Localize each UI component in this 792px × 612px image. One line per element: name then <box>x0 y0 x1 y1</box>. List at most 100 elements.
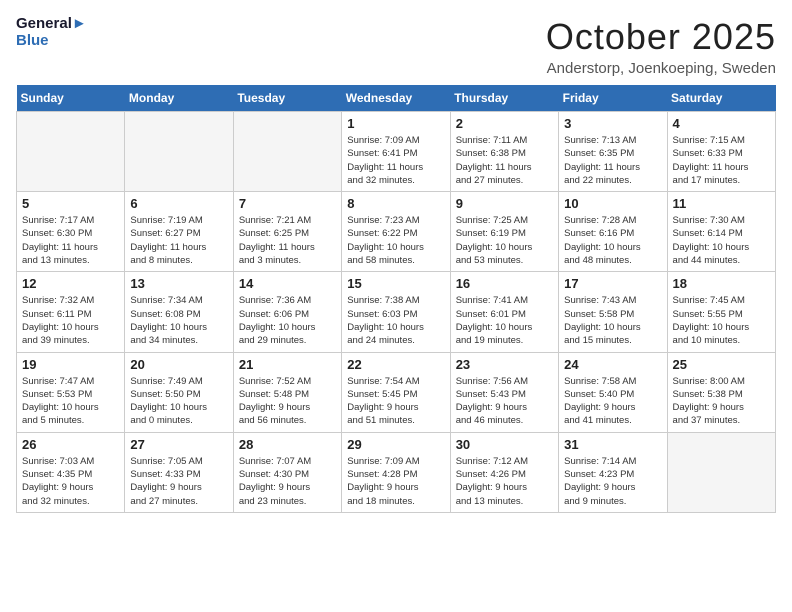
day-info: Sunrise: 7:21 AM Sunset: 6:25 PM Dayligh… <box>239 214 336 267</box>
day-number: 22 <box>347 357 444 372</box>
day-number: 8 <box>347 196 444 211</box>
calendar-cell: 29 Sunrise: 7:09 AM Sunset: 4:28 PM Dayli… <box>342 432 450 512</box>
day-info: Sunrise: 7:09 AM Sunset: 6:41 PM Dayligh… <box>347 134 444 187</box>
day-info: Sunrise: 7:07 AM Sunset: 4:30 PM Dayligh… <box>239 455 336 508</box>
location-subtitle: Anderstorp, Joenkoeping, Sweden <box>546 60 776 77</box>
calendar-cell: 11 Sunrise: 7:30 AM Sunset: 6:14 PM Dayli… <box>667 192 775 272</box>
calendar-cell: 16 Sunrise: 7:41 AM Sunset: 6:01 PM Dayli… <box>450 272 558 352</box>
calendar-cell: 3 Sunrise: 7:13 AM Sunset: 6:35 PM Daylig… <box>559 112 667 192</box>
day-info: Sunrise: 7:58 AM Sunset: 5:40 PM Dayligh… <box>564 375 661 428</box>
day-info: Sunrise: 7:30 AM Sunset: 6:14 PM Dayligh… <box>673 214 770 267</box>
calendar-day-header: Sunday <box>17 85 125 112</box>
day-number: 9 <box>456 196 553 211</box>
day-number: 4 <box>673 116 770 131</box>
day-number: 14 <box>239 276 336 291</box>
day-info: Sunrise: 7:12 AM Sunset: 4:26 PM Dayligh… <box>456 455 553 508</box>
calendar-header-row: SundayMondayTuesdayWednesdayThursdayFrid… <box>17 85 776 112</box>
calendar-cell <box>233 112 341 192</box>
day-number: 21 <box>239 357 336 372</box>
day-info: Sunrise: 7:14 AM Sunset: 4:23 PM Dayligh… <box>564 455 661 508</box>
calendar-cell: 15 Sunrise: 7:38 AM Sunset: 6:03 PM Dayli… <box>342 272 450 352</box>
day-info: Sunrise: 7:19 AM Sunset: 6:27 PM Dayligh… <box>130 214 227 267</box>
day-number: 10 <box>564 196 661 211</box>
calendar-cell: 4 Sunrise: 7:15 AM Sunset: 6:33 PM Daylig… <box>667 112 775 192</box>
day-number: 18 <box>673 276 770 291</box>
calendar-cell: 13 Sunrise: 7:34 AM Sunset: 6:08 PM Dayli… <box>125 272 233 352</box>
calendar-cell: 8 Sunrise: 7:23 AM Sunset: 6:22 PM Daylig… <box>342 192 450 272</box>
day-info: Sunrise: 7:03 AM Sunset: 4:35 PM Dayligh… <box>22 455 119 508</box>
day-number: 5 <box>22 196 119 211</box>
calendar-day-header: Tuesday <box>233 85 341 112</box>
day-info: Sunrise: 7:38 AM Sunset: 6:03 PM Dayligh… <box>347 294 444 347</box>
logo: General► Blue <box>16 16 87 49</box>
day-info: Sunrise: 7:43 AM Sunset: 5:58 PM Dayligh… <box>564 294 661 347</box>
calendar-cell: 28 Sunrise: 7:07 AM Sunset: 4:30 PM Dayli… <box>233 432 341 512</box>
calendar-cell: 18Sunrise: 7:45 AM Sunset: 5:55 PM Dayli… <box>667 272 775 352</box>
day-info: Sunrise: 7:41 AM Sunset: 6:01 PM Dayligh… <box>456 294 553 347</box>
calendar-cell <box>17 112 125 192</box>
month-title: October 2025 <box>546 16 776 58</box>
calendar-week-row: 1Sunrise: 7:09 AM Sunset: 6:41 PM Daylig… <box>17 112 776 192</box>
day-number: 30 <box>456 437 553 452</box>
day-info: Sunrise: 7:13 AM Sunset: 6:35 PM Dayligh… <box>564 134 661 187</box>
day-number: 27 <box>130 437 227 452</box>
calendar-cell: 12Sunrise: 7:32 AM Sunset: 6:11 PM Dayli… <box>17 272 125 352</box>
calendar-cell: 21 Sunrise: 7:52 AM Sunset: 5:48 PM Dayli… <box>233 352 341 432</box>
calendar-week-row: 19 Sunrise: 7:47 AM Sunset: 5:53 PM Dayli… <box>17 352 776 432</box>
day-info: Sunrise: 7:47 AM Sunset: 5:53 PM Dayligh… <box>22 375 119 428</box>
day-number: 24 <box>564 357 661 372</box>
day-info: Sunrise: 7:17 AM Sunset: 6:30 PM Dayligh… <box>22 214 119 267</box>
day-info: Sunrise: 7:52 AM Sunset: 5:48 PM Dayligh… <box>239 375 336 428</box>
day-number: 26 <box>22 437 119 452</box>
calendar-week-row: 26 Sunrise: 7:03 AM Sunset: 4:35 PM Dayli… <box>17 432 776 512</box>
calendar-cell: 5 Sunrise: 7:17 AM Sunset: 6:30 PM Daylig… <box>17 192 125 272</box>
day-info: Sunrise: 7:54 AM Sunset: 5:45 PM Dayligh… <box>347 375 444 428</box>
calendar-cell: 23Sunrise: 7:56 AM Sunset: 5:43 PM Dayli… <box>450 352 558 432</box>
calendar-cell: 22 Sunrise: 7:54 AM Sunset: 5:45 PM Dayli… <box>342 352 450 432</box>
calendar-cell: 24 Sunrise: 7:58 AM Sunset: 5:40 PM Dayli… <box>559 352 667 432</box>
day-number: 31 <box>564 437 661 452</box>
page-header: General► Blue October 2025 Anderstorp, J… <box>16 16 776 77</box>
calendar-day-header: Monday <box>125 85 233 112</box>
calendar-day-header: Friday <box>559 85 667 112</box>
day-info: Sunrise: 7:25 AM Sunset: 6:19 PM Dayligh… <box>456 214 553 267</box>
day-info: Sunrise: 7:36 AM Sunset: 6:06 PM Dayligh… <box>239 294 336 347</box>
day-info: Sunrise: 7:34 AM Sunset: 6:08 PM Dayligh… <box>130 294 227 347</box>
day-info: Sunrise: 7:09 AM Sunset: 4:28 PM Dayligh… <box>347 455 444 508</box>
calendar-cell: 10Sunrise: 7:28 AM Sunset: 6:16 PM Dayli… <box>559 192 667 272</box>
day-info: Sunrise: 7:32 AM Sunset: 6:11 PM Dayligh… <box>22 294 119 347</box>
calendar-day-header: Thursday <box>450 85 558 112</box>
calendar-cell <box>667 432 775 512</box>
calendar-cell: 27 Sunrise: 7:05 AM Sunset: 4:33 PM Dayli… <box>125 432 233 512</box>
calendar-cell: 6Sunrise: 7:19 AM Sunset: 6:27 PM Daylig… <box>125 192 233 272</box>
day-info: Sunrise: 7:11 AM Sunset: 6:38 PM Dayligh… <box>456 134 553 187</box>
day-number: 29 <box>347 437 444 452</box>
calendar-table: SundayMondayTuesdayWednesdayThursdayFrid… <box>16 85 776 513</box>
calendar-cell: 20Sunrise: 7:49 AM Sunset: 5:50 PM Dayli… <box>125 352 233 432</box>
day-number: 3 <box>564 116 661 131</box>
day-number: 28 <box>239 437 336 452</box>
day-info: Sunrise: 7:23 AM Sunset: 6:22 PM Dayligh… <box>347 214 444 267</box>
day-info: Sunrise: 8:00 AM Sunset: 5:38 PM Dayligh… <box>673 375 770 428</box>
calendar-cell <box>125 112 233 192</box>
calendar-cell: 9 Sunrise: 7:25 AM Sunset: 6:19 PM Daylig… <box>450 192 558 272</box>
day-number: 19 <box>22 357 119 372</box>
day-number: 23 <box>456 357 553 372</box>
calendar-week-row: 12Sunrise: 7:32 AM Sunset: 6:11 PM Dayli… <box>17 272 776 352</box>
calendar-cell: 26 Sunrise: 7:03 AM Sunset: 4:35 PM Dayli… <box>17 432 125 512</box>
calendar-cell: 30 Sunrise: 7:12 AM Sunset: 4:26 PM Dayli… <box>450 432 558 512</box>
calendar-cell: 7 Sunrise: 7:21 AM Sunset: 6:25 PM Daylig… <box>233 192 341 272</box>
calendar-cell: 14 Sunrise: 7:36 AM Sunset: 6:06 PM Dayli… <box>233 272 341 352</box>
day-number: 7 <box>239 196 336 211</box>
calendar-cell: 2Sunrise: 7:11 AM Sunset: 6:38 PM Daylig… <box>450 112 558 192</box>
calendar-cell: 1Sunrise: 7:09 AM Sunset: 6:41 PM Daylig… <box>342 112 450 192</box>
day-number: 11 <box>673 196 770 211</box>
day-info: Sunrise: 7:15 AM Sunset: 6:33 PM Dayligh… <box>673 134 770 187</box>
day-info: Sunrise: 7:05 AM Sunset: 4:33 PM Dayligh… <box>130 455 227 508</box>
day-number: 15 <box>347 276 444 291</box>
calendar-cell: 19 Sunrise: 7:47 AM Sunset: 5:53 PM Dayli… <box>17 352 125 432</box>
day-number: 20 <box>130 357 227 372</box>
day-number: 16 <box>456 276 553 291</box>
day-number: 13 <box>130 276 227 291</box>
title-area: October 2025 Anderstorp, Joenkoeping, Sw… <box>546 16 776 77</box>
